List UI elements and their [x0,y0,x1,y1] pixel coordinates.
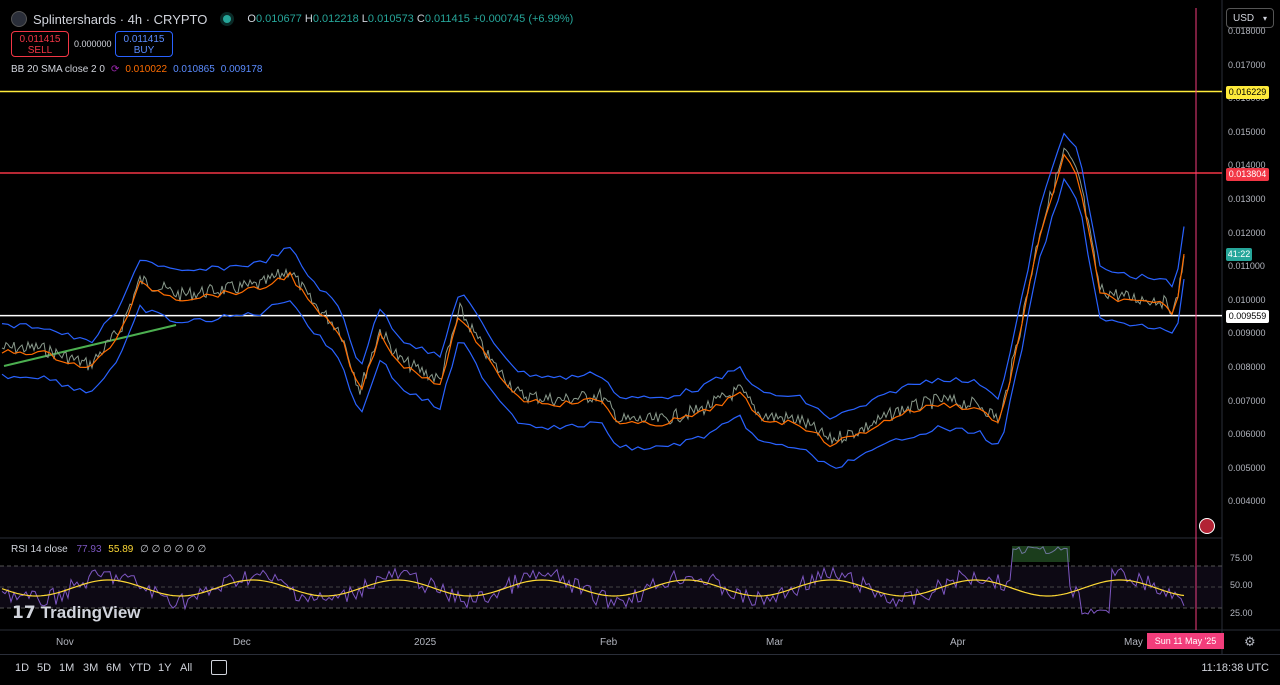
sell-price: 0.011415 [19,34,61,45]
rsi-legend[interactable]: RSI 14 close 77.93 55.89 ∅ ∅ ∅ ∅ ∅ ∅ [11,544,206,555]
price-axis-label: 0.018000 [1228,26,1266,36]
time-label-2025: 2025 [414,637,437,648]
rsi-label: RSI 14 close [11,544,68,555]
bb-settings-icon[interactable]: ⟳ [111,64,119,75]
sell-label: SELL [27,45,53,56]
bb-upper-value: 0.010865 [173,64,215,75]
price-axis-label: 0.010000 [1228,294,1266,305]
bb-basis-value: 0.010022 [125,64,168,75]
price-axis-label: 0.012000 [1228,227,1266,238]
symbol-title[interactable]: Splintershards · 4h · CRYPTO [33,12,207,27]
rsi-ma-value: 55.89 [108,544,134,555]
sell-button[interactable]: 0.011415 SELL [11,31,69,57]
price-axis-label: 0.008000 [1228,362,1266,372]
symbol-logo-icon [11,11,27,27]
range-5d-button[interactable]: 5D [37,662,51,674]
price-axis-label: 0.017000 [1228,59,1266,70]
tradingview-logo-icon: 𝟭𝟳 [12,603,36,622]
buy-button[interactable]: 0.011415 BUY [115,31,173,57]
price-axis-label: 0.015000 [1228,126,1266,137]
range-1d-button[interactable]: 1D [15,662,29,674]
rsi-axis-75: 75.00 [1230,553,1253,563]
range-all-button[interactable]: All [180,662,192,674]
rsi-axis-50: 50.00 [1230,580,1253,590]
range-ytd-button[interactable]: YTD [129,662,151,674]
tradingview-logo: 𝟭𝟳 TradingView [12,603,141,622]
range-3m-button[interactable]: 3M [83,662,98,674]
rsi-extra: ∅ ∅ ∅ ∅ ∅ ∅ [140,544,207,555]
market-status-icon [223,15,232,23]
symbol-legend[interactable]: Splintershards · 4h · CRYPTO O0.010677 H… [11,11,573,27]
time-label-may: May [1124,637,1143,648]
currency-selector[interactable]: USD ▾ [1226,8,1274,28]
range-1y-button[interactable]: 1Y [158,662,171,674]
bb-basis-line [1,153,1185,448]
bb-upper-band [1,132,1185,420]
time-label-dec: Dec [233,637,251,648]
calendar-icon[interactable] [211,660,227,675]
bb-lower-value: 0.009178 [220,64,263,75]
price-axis-label: 0.004000 [1228,496,1266,507]
time-label-feb: Feb [600,637,618,648]
flag-icon[interactable] [1199,518,1215,534]
chart-canvas[interactable] [0,0,1280,684]
ohlc-values: O0.010677 H0.012218 L0.010573 C0.011415 … [247,13,574,25]
price-axis-label: 0.006000 [1228,429,1266,440]
bb-lower-band [1,177,1185,469]
time-label-mar: Mar [766,637,784,648]
settings-gear-icon[interactable]: ⚙ [1244,634,1256,650]
buy-price: 0.011415 [123,34,165,45]
red-line-price-tag: 0.013804 [1226,168,1269,181]
yellow-line-price-tag: 0.016229 [1226,86,1269,99]
price-axis-label: 0.005000 [1228,462,1266,473]
cursor-date-badge: Sun 11 May '25 [1147,633,1224,649]
range-6m-button[interactable]: 6M [106,662,121,674]
price-axis-label: 0.007000 [1228,395,1266,406]
price-axis-label: 0.011000 [1228,261,1265,272]
utc-clock[interactable]: 11:18:38 UTC [1201,662,1269,674]
white-line-price-tag: 0.009559 [1226,310,1269,323]
rsi-axis-25: 25.00 [1230,608,1253,618]
countdown-tag: 41:22 [1226,248,1252,261]
bb-label: BB 20 SMA close 2 0 [11,64,105,75]
currency-label: USD [1233,13,1255,24]
time-label-apr: Apr [950,637,966,648]
spread-value: 0.000000 [74,39,112,49]
rsi-value: 77.93 [76,544,102,555]
price-axis-label: 0.009000 [1228,328,1266,339]
time-label-nov: Nov [56,637,74,648]
buy-label: BUY [133,45,155,56]
range-1m-button[interactable]: 1M [59,662,74,674]
price-axis-label: 0.013000 [1228,194,1266,204]
rsi-overbought-fill [1012,546,1070,562]
bb-legend[interactable]: BB 20 SMA close 2 0 ⟳ 0.010022 0.010865 … [11,64,263,75]
